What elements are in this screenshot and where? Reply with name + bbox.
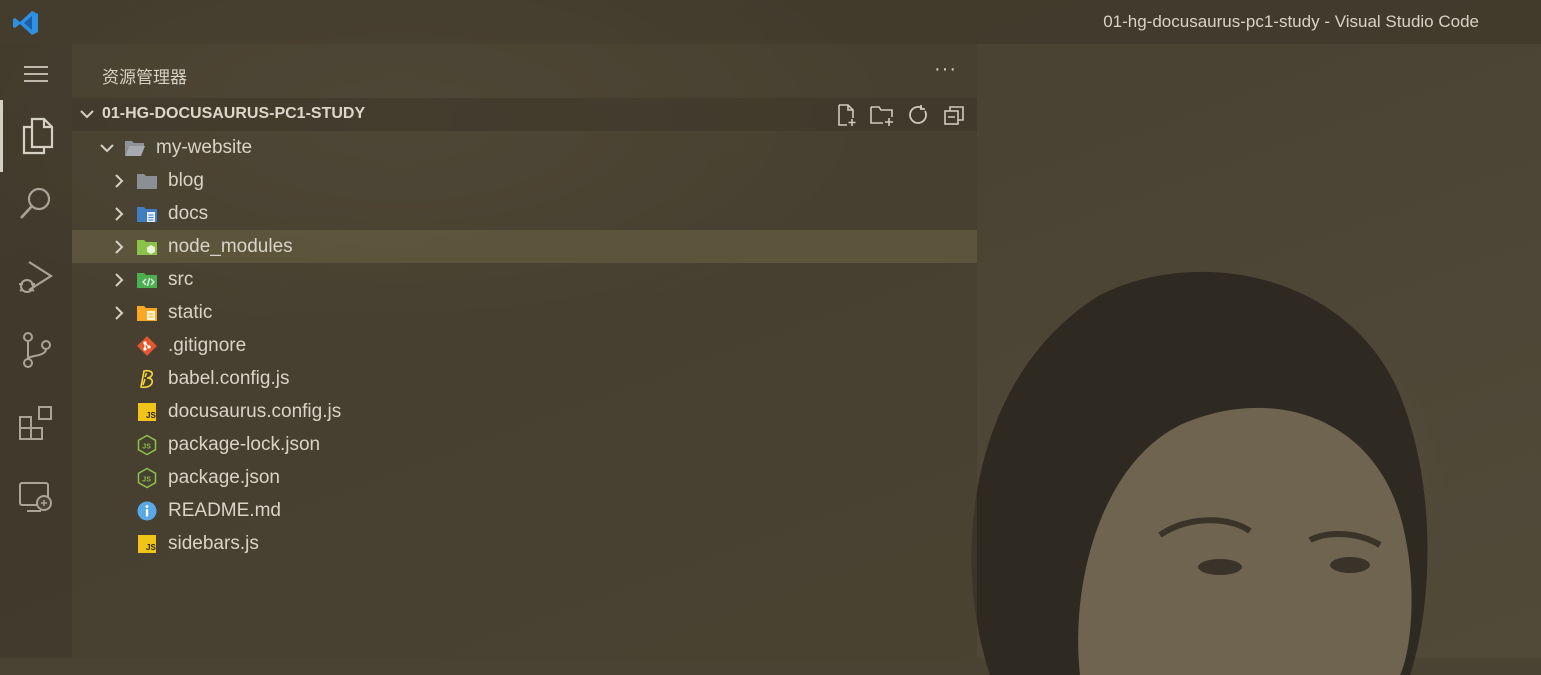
tree-item-label: sidebars.js [168,533,259,554]
tree-item-sidebars[interactable]: JS sidebars.js [72,527,977,560]
folder-docs-icon [137,207,157,222]
tree-item-package-json[interactable]: JS package.json [72,461,977,494]
svg-text:JS: JS [142,444,151,451]
source-control-icon[interactable] [0,320,72,380]
refresh-icon[interactable] [905,102,931,128]
folder-node-icon [137,240,157,255]
tree-item-label: README.md [168,500,281,521]
remote-explorer-icon[interactable] [0,466,72,526]
window-title: 01-hg-docusaurus-pc1-study - Visual Stud… [1103,12,1479,31]
menu-icon[interactable] [0,44,72,104]
chevron-down-icon [80,110,94,119]
folder-static-icon [137,306,157,321]
tree-item-readme[interactable]: README.md [72,494,977,527]
explorer-icon[interactable] [0,100,72,172]
tree-item-label: node_modules [168,236,293,257]
folder-icon [137,174,157,189]
git-icon [137,336,157,356]
chevron-right-icon [115,207,124,221]
activity-bar [0,44,72,658]
workspace-section-header[interactable]: 01-HG-DOCUSAURUS-PC1-STUDY [72,98,977,131]
nodejs-icon: JS [137,467,157,489]
file-tree: my-website blog docs node_modules src st… [72,131,977,560]
folder-open-icon [125,141,145,156]
babel-icon [140,369,154,389]
tree-item-docs[interactable]: docs [72,197,977,230]
tree-item-label: my-website [156,137,253,158]
tree-item-label: package.json [168,467,280,488]
svg-text:JS: JS [146,543,156,552]
tree-item-label: src [168,269,194,290]
chevron-right-icon [115,174,124,188]
folder-src-icon [137,273,157,288]
tree-item-package-lock[interactable]: JS package-lock.json [72,428,977,461]
tree-item-label: static [168,302,213,323]
new-folder-icon[interactable] [869,102,895,128]
sidebar-header: 资源管理器 ··· [72,44,977,98]
tree-item-label: .gitignore [168,335,247,356]
js-icon: JS [138,403,156,421]
tree-item-src[interactable]: src [72,263,977,296]
tree-item-node-modules[interactable]: node_modules [72,230,977,263]
run-debug-icon[interactable] [0,247,72,307]
tree-item-blog[interactable]: blog [72,164,977,197]
chevron-right-icon [115,240,124,254]
tree-item-label: docusaurus.config.js [168,401,342,422]
search-icon[interactable] [0,174,72,234]
collapse-all-icon[interactable] [941,102,967,128]
chevron-down-icon [100,144,114,153]
tree-item-gitignore[interactable]: .gitignore [72,329,977,362]
new-file-icon[interactable] [833,102,859,128]
more-actions-button[interactable]: ··· [934,58,957,81]
js-icon: JS [138,535,156,553]
chevron-right-icon [115,306,124,320]
workspace-title: 01-HG-DOCUSAURUS-PC1-STUDY [102,105,366,122]
tree-item-label: blog [168,170,204,191]
wallpaper-portrait [971,271,1428,675]
extensions-icon[interactable] [0,393,72,453]
sidebar-title: 资源管理器 [102,68,187,87]
svg-text:JS: JS [146,411,156,420]
info-icon [137,501,157,521]
nodejs-icon: JS [137,434,157,456]
tree-item-babel-config[interactable]: babel.config.js [72,362,977,395]
explorer-sidebar: 资源管理器 ··· 01-HG-DOCUSAURUS-PC1-STUDY my-… [72,44,977,658]
tree-item-label: babel.config.js [168,368,290,389]
tree-item-label: package-lock.json [168,434,321,455]
vscode-logo-icon [13,11,38,35]
tree-item-static[interactable]: static [72,296,977,329]
title-bar: 01-hg-docusaurus-pc1-study - Visual Stud… [0,0,1541,44]
svg-text:JS: JS [142,477,151,484]
chevron-right-icon [115,273,124,287]
tree-item-label: docs [168,203,209,224]
tree-item-my-website[interactable]: my-website [72,131,977,164]
tree-item-docusaurus-config[interactable]: JS docusaurus.config.js [72,395,977,428]
